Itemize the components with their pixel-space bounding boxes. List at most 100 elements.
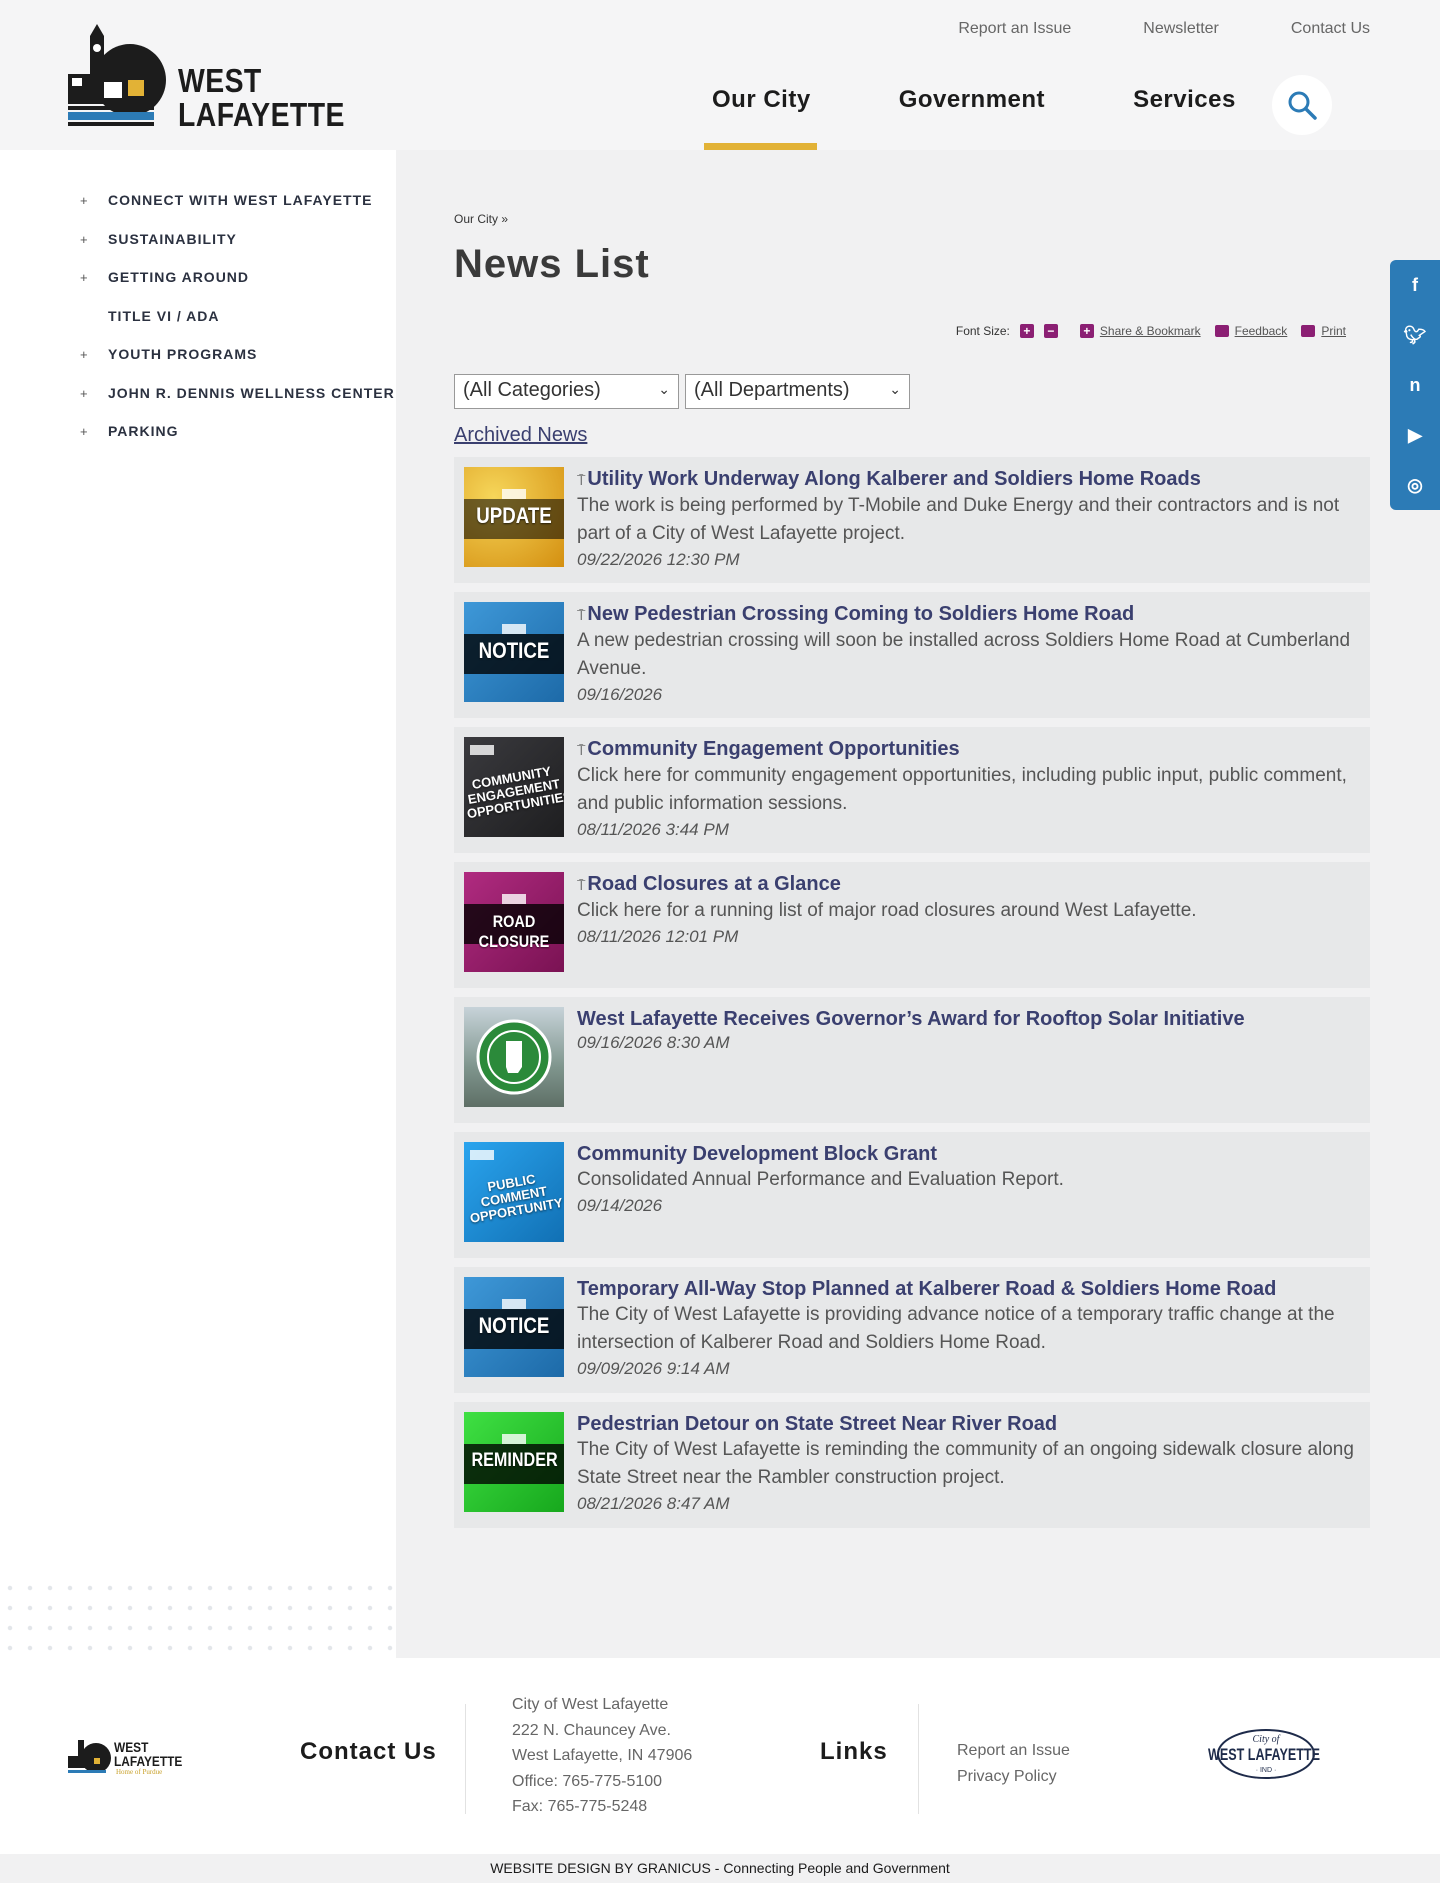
expand-plus-icon[interactable]: + bbox=[80, 423, 108, 439]
util-link-contact-us[interactable]: Contact Us bbox=[1291, 20, 1370, 38]
util-link-report-issue[interactable]: Report an Issue bbox=[958, 20, 1071, 38]
news-date: 08/21/2026 8:47 AM bbox=[577, 1494, 730, 1513]
chevron-down-icon: ⌄ bbox=[889, 381, 901, 397]
sidebar-item-label: SUSTAINABILITY bbox=[108, 230, 237, 247]
news-title-link[interactable]: Utility Work Underway Along Kalberer and… bbox=[587, 468, 1200, 490]
news-item[interactable]: ROAD CLOSURE ⍑ Road Closures at a Glance … bbox=[454, 862, 1370, 988]
youtube-icon[interactable]: ▶ bbox=[1390, 410, 1440, 460]
footer-logo-wordmark: WEST LAFAYETTE bbox=[114, 1739, 183, 1769]
news-item[interactable]: COMMUNITY ENGAGEMENT OPPORTUNITIES ⍑ Comm… bbox=[454, 727, 1370, 853]
nav-our-city[interactable]: Our City bbox=[712, 86, 811, 114]
news-date: 08/11/2026 3:44 PM bbox=[577, 820, 729, 839]
footer-logo-tagline: Home of Purdue bbox=[116, 1768, 163, 1776]
share-bookmark-link[interactable]: Share & Bookmark bbox=[1100, 324, 1201, 338]
news-title-link[interactable]: Community Development Block Grant bbox=[577, 1143, 937, 1165]
search-button[interactable] bbox=[1272, 75, 1332, 135]
page-title: News List bbox=[454, 242, 650, 286]
news-thumbnail[interactable]: ROAD CLOSURE bbox=[464, 872, 564, 972]
news-thumbnail[interactable] bbox=[464, 1007, 564, 1107]
expand-plus-icon[interactable]: + bbox=[80, 385, 108, 401]
decorative-dot-pattern bbox=[0, 1578, 396, 1658]
footer-divider bbox=[465, 1704, 466, 1814]
expand-plus-icon[interactable]: + bbox=[80, 346, 108, 362]
feedback-link[interactable]: Feedback bbox=[1235, 324, 1288, 338]
sidebar-item-youth-programs[interactable]: + YOUTH PROGRAMS bbox=[80, 346, 395, 385]
design-credit[interactable]: WEBSITE DESIGN BY GRANICUS - Connecting … bbox=[490, 1860, 950, 1876]
news-date: 09/16/2026 8:30 AM bbox=[577, 1033, 730, 1052]
sidebar-item-wellness-center[interactable]: + JOHN R. DENNIS WELLNESS CENTER bbox=[80, 385, 395, 424]
news-title-link[interactable]: New Pedestrian Crossing Coming to Soldie… bbox=[587, 603, 1134, 625]
news-item[interactable]: UPDATE ⍑ Utility Work Underway Along Kalb… bbox=[454, 457, 1370, 583]
department-select[interactable]: (All Departments) ⌄ bbox=[685, 374, 910, 409]
font-decrease-icon[interactable]: − bbox=[1043, 324, 1058, 338]
expand-plus-icon[interactable]: + bbox=[80, 192, 108, 208]
news-thumbnail[interactable]: NOTICE bbox=[464, 602, 564, 702]
pin-icon: ⍑ bbox=[577, 742, 586, 758]
news-item[interactable]: West Lafayette Receives Governor’s Award… bbox=[454, 997, 1370, 1123]
logo-wordmark: WEST LAFAYETTE bbox=[178, 62, 345, 133]
sidebar-item-label: CONNECT WITH WEST LAFAYETTE bbox=[108, 192, 373, 208]
news-item[interactable]: NOTICE Temporary All-Way Stop Planned at… bbox=[454, 1267, 1370, 1393]
sidebar-item-label: YOUTH PROGRAMS bbox=[108, 346, 258, 362]
print-icon bbox=[1301, 325, 1316, 337]
news-date: 08/11/2026 12:01 PM bbox=[577, 927, 739, 946]
footer-links: Report an Issue Privacy Policy bbox=[957, 1738, 1070, 1790]
news-thumbnail[interactable]: COMMUNITY ENGAGEMENT OPPORTUNITIES bbox=[464, 737, 564, 837]
main-content: Our City » News List Font Size: + − + Sh… bbox=[396, 150, 1440, 1658]
expand-plus-icon[interactable]: + bbox=[80, 231, 108, 247]
news-title-link[interactable]: West Lafayette Receives Governor’s Award… bbox=[577, 1008, 1245, 1030]
nav-government[interactable]: Government bbox=[899, 86, 1045, 114]
news-date: 09/09/2026 9:14 AM bbox=[577, 1359, 730, 1378]
site-footer: WEST LAFAYETTE Home of Purdue Contact Us … bbox=[0, 1658, 1440, 1854]
city-seal-logo: City of WEST LAFAYETTE · IND · bbox=[1206, 1726, 1322, 1782]
instagram-icon[interactable]: ◎ bbox=[1390, 460, 1440, 510]
sidebar-item-parking[interactable]: + PARKING bbox=[80, 423, 395, 462]
footer-link-privacy-policy[interactable]: Privacy Policy bbox=[957, 1764, 1070, 1790]
news-item[interactable]: NOTICE ⍑ New Pedestrian Crossing Coming t… bbox=[454, 592, 1370, 718]
site-logo[interactable]: WEST LAFAYETTE bbox=[68, 22, 348, 132]
font-size-label: Font Size: bbox=[955, 324, 1010, 338]
sidebar-item-sustainability[interactable]: + SUSTAINABILITY bbox=[80, 231, 395, 270]
news-title-link[interactable]: Pedestrian Detour on State Street Near R… bbox=[577, 1413, 1057, 1435]
news-thumbnail[interactable]: PUBLIC COMMENT OPPORTUNITY bbox=[464, 1142, 564, 1242]
facebook-icon[interactable]: f bbox=[1390, 260, 1440, 310]
footer-links-heading: Links bbox=[820, 1738, 888, 1765]
news-description: Consolidated Annual Performance and Eval… bbox=[577, 1169, 1064, 1190]
share-icon: + bbox=[1079, 324, 1094, 338]
nav-services[interactable]: Services bbox=[1133, 86, 1236, 114]
chevron-down-icon: ⌄ bbox=[658, 381, 670, 397]
news-thumbnail[interactable]: REMINDER bbox=[464, 1412, 564, 1512]
news-title-link[interactable]: Road Closures at a Glance bbox=[587, 873, 840, 895]
news-item[interactable]: REMINDER Pedestrian Detour on State Stre… bbox=[454, 1402, 1370, 1528]
news-description: The work is being performed by T-Mobile … bbox=[577, 495, 1340, 544]
news-title-link[interactable]: Temporary All-Way Stop Planned at Kalber… bbox=[577, 1278, 1276, 1300]
sidebar-item-connect[interactable]: + CONNECT WITH WEST LAFAYETTE bbox=[80, 192, 395, 231]
print-link[interactable]: Print bbox=[1321, 324, 1346, 338]
pin-icon: ⍑ bbox=[577, 472, 586, 488]
font-increase-icon[interactable]: + bbox=[1019, 324, 1034, 338]
site-header: WEST LAFAYETTE Report an Issue Newslette… bbox=[0, 0, 1440, 155]
footer-divider bbox=[918, 1704, 919, 1814]
footer-link-report-issue[interactable]: Report an Issue bbox=[957, 1738, 1070, 1764]
sidebar-item-getting-around[interactable]: + GETTING AROUND bbox=[80, 269, 395, 308]
governor-award-seal-icon bbox=[476, 1019, 552, 1095]
news-item[interactable]: PUBLIC COMMENT OPPORTUNITY Community Dev… bbox=[454, 1132, 1370, 1258]
sidebar-item-label: PARKING bbox=[108, 423, 179, 439]
footer-logo[interactable]: WEST LAFAYETTE Home of Purdue bbox=[68, 1734, 188, 1782]
news-description: Click here for community engagement oppo… bbox=[577, 765, 1347, 814]
news-thumbnail[interactable]: UPDATE bbox=[464, 467, 564, 567]
twitter-icon[interactable]: 🐦︎ bbox=[1390, 310, 1440, 360]
archived-news-link[interactable]: Archived News bbox=[454, 424, 587, 447]
sidebar-item-title-vi-ada[interactable]: TITLE VI / ADA bbox=[80, 308, 395, 347]
city-hall-logo-icon bbox=[68, 24, 166, 126]
category-select[interactable]: (All Categories) ⌄ bbox=[454, 374, 679, 409]
util-link-newsletter[interactable]: Newsletter bbox=[1143, 20, 1219, 38]
expand-plus-icon[interactable]: + bbox=[80, 269, 108, 285]
news-thumbnail[interactable]: NOTICE bbox=[464, 1277, 564, 1377]
news-date: 09/14/2026 bbox=[577, 1196, 663, 1215]
news-description: A new pedestrian crossing will soon be i… bbox=[577, 630, 1351, 679]
search-icon bbox=[1288, 91, 1317, 120]
breadcrumb[interactable]: Our City » bbox=[454, 212, 508, 226]
nextdoor-icon[interactable]: n bbox=[1390, 360, 1440, 410]
news-title-link[interactable]: Community Engagement Opportunities bbox=[587, 738, 959, 760]
